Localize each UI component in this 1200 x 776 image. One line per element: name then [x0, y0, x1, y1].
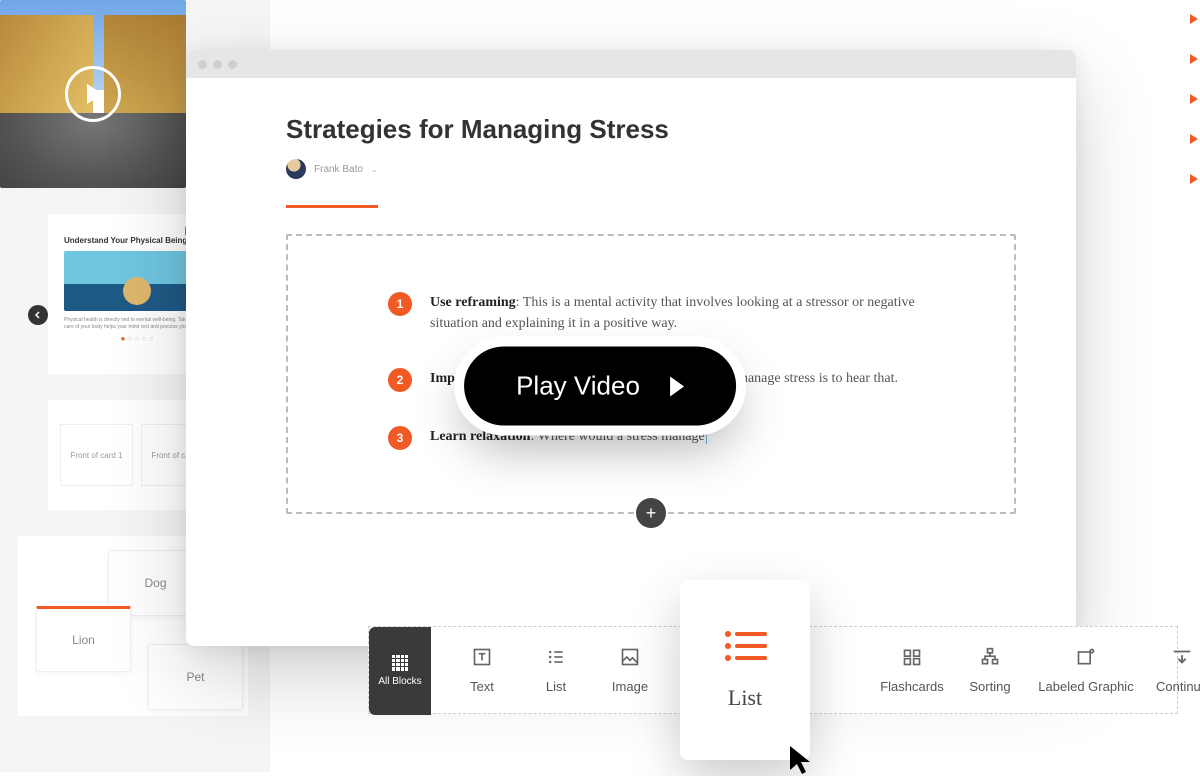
continue-icon	[1171, 647, 1193, 667]
labeled-graphic-icon	[1076, 647, 1096, 667]
list-item-3[interactable]: 3 Learn relaxation: Where would a stress…	[388, 426, 934, 450]
play-video-button[interactable]: Play Video	[464, 347, 736, 426]
block-label: Sorting	[969, 679, 1010, 694]
play-icon	[670, 376, 684, 396]
block-item-labeled-graphic[interactable]: Labeled Graphic	[1027, 647, 1145, 694]
block-item-list[interactable]: List	[519, 647, 593, 694]
block-label: Text	[470, 679, 494, 694]
all-blocks-button[interactable]: All Blocks	[369, 627, 431, 715]
block-item-text[interactable]: Text	[445, 647, 519, 694]
list-text: Use reframing: This is a mental activity…	[430, 292, 934, 334]
block-item-continue[interactable]: Continue	[1145, 647, 1200, 694]
chevron-down-icon: ⌄	[371, 165, 378, 174]
list-number: 1	[388, 292, 412, 316]
prev-arrow-button[interactable]	[28, 305, 48, 325]
divider-accent	[286, 205, 378, 208]
traffic-light-max[interactable]	[228, 60, 237, 69]
popup-label: List	[728, 685, 762, 711]
play-icon	[65, 66, 121, 122]
traffic-light-min[interactable]	[213, 60, 222, 69]
author-name: Frank Bato	[314, 164, 363, 175]
list-number: 2	[388, 368, 412, 392]
block-label: List	[546, 679, 566, 694]
all-blocks-label: All Blocks	[378, 676, 421, 688]
cursor-icon	[788, 744, 816, 776]
list-icon	[723, 629, 767, 663]
sidebar-thumb-video[interactable]	[0, 0, 186, 188]
flash-mini-1: Front of card 1	[60, 424, 133, 486]
sort-box-pet: Pet	[148, 644, 243, 710]
block-item-image[interactable]: Image	[593, 647, 667, 694]
block-item-sorting[interactable]: Sorting	[953, 647, 1027, 694]
edge-decoration	[1190, 14, 1198, 184]
block-item-flashcards[interactable]: Flashcards	[871, 647, 953, 694]
block-picker-popup-list[interactable]: List	[680, 580, 810, 760]
grid-icon	[392, 655, 408, 671]
block-label: Image	[612, 679, 648, 694]
list-text: Learn relaxation: Where would a stress m…	[430, 426, 707, 450]
add-block-button[interactable]: +	[636, 498, 666, 528]
page-title: Strategies for Managing Stress	[286, 114, 1016, 145]
block-label: Labeled Graphic	[1038, 679, 1133, 694]
traffic-light-close[interactable]	[198, 60, 207, 69]
flashcards-icon	[902, 647, 922, 667]
block-label: Flashcards	[880, 679, 944, 694]
block-label: Continue	[1156, 679, 1200, 694]
window-titlebar	[186, 50, 1076, 78]
author-row[interactable]: Frank Bato ⌄	[286, 159, 1016, 179]
text-icon	[472, 647, 492, 667]
list-number: 3	[388, 426, 412, 450]
image-icon	[620, 647, 640, 667]
list-icon	[546, 647, 566, 667]
play-video-label: Play Video	[516, 371, 640, 402]
text-caret	[706, 429, 707, 444]
list-item-1[interactable]: 1 Use reframing: This is a mental activi…	[388, 292, 934, 334]
avatar	[286, 159, 306, 179]
sort-box-lion: Lion	[36, 606, 131, 672]
sorting-icon	[980, 647, 1000, 667]
